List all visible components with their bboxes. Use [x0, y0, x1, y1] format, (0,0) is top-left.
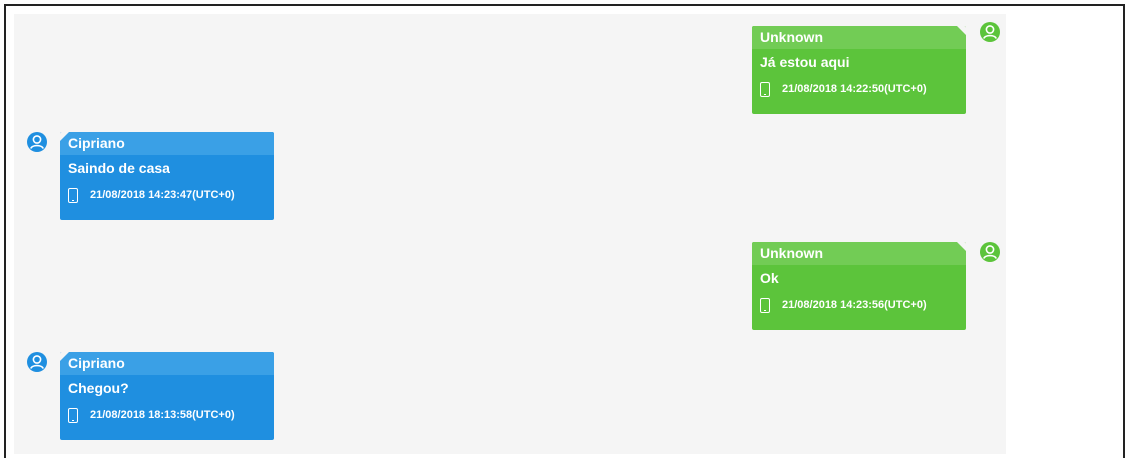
message-row: Unknown Ok 21/08/2018 14:23:56(UTC+0)	[14, 240, 1006, 330]
sender-name: Unknown	[752, 26, 966, 49]
message-row: Cipriano Chegou? 21/08/2018 18:13:58(UTC…	[14, 350, 1006, 440]
message-timestamp: 21/08/2018 18:13:58(UTC+0)	[90, 409, 235, 421]
message-timestamp: 21/08/2018 14:23:47(UTC+0)	[90, 189, 235, 201]
phone-icon	[760, 81, 770, 97]
message-meta: 21/08/2018 14:22:50(UTC+0)	[752, 75, 966, 103]
chat-window: Unknown Já estou aqui 21/08/2018 14:22:5…	[4, 4, 1125, 458]
message-text: Já estou aqui	[760, 54, 850, 70]
message-row: Cipriano Saindo de casa 21/08/2018 14:23…	[14, 130, 1006, 220]
message-text: Saindo de casa	[68, 160, 170, 176]
sender-name: Cipriano	[60, 132, 274, 155]
message-bubble[interactable]: Unknown Já estou aqui 21/08/2018 14:22:5…	[752, 26, 966, 114]
message-timestamp: 21/08/2018 14:22:50(UTC+0)	[782, 83, 927, 95]
user-avatar-icon	[980, 242, 1000, 262]
message-meta: 21/08/2018 14:23:56(UTC+0)	[752, 291, 966, 319]
phone-icon	[68, 187, 78, 203]
message-meta: 21/08/2018 18:13:58(UTC+0)	[60, 401, 274, 429]
phone-icon	[68, 407, 78, 423]
message-row: Unknown Já estou aqui 21/08/2018 14:22:5…	[14, 20, 1006, 114]
message-bubble[interactable]: Unknown Ok 21/08/2018 14:23:56(UTC+0)	[752, 242, 966, 330]
phone-icon	[760, 297, 770, 313]
message-timestamp: 21/08/2018 14:23:56(UTC+0)	[782, 299, 927, 311]
user-avatar-icon	[27, 132, 47, 152]
chat-panel: Unknown Já estou aqui 21/08/2018 14:22:5…	[14, 14, 1006, 454]
sender-name: Cipriano	[60, 352, 274, 375]
message-bubble[interactable]: Cipriano Chegou? 21/08/2018 18:13:58(UTC…	[60, 352, 274, 440]
message-bubble[interactable]: Cipriano Saindo de casa 21/08/2018 14:23…	[60, 132, 274, 220]
message-text: Chegou?	[68, 380, 129, 396]
sender-name: Unknown	[752, 242, 966, 265]
user-avatar-icon	[27, 352, 47, 372]
message-text: Ok	[760, 270, 779, 286]
user-avatar-icon	[980, 22, 1000, 42]
message-meta: 21/08/2018 14:23:47(UTC+0)	[60, 181, 274, 209]
